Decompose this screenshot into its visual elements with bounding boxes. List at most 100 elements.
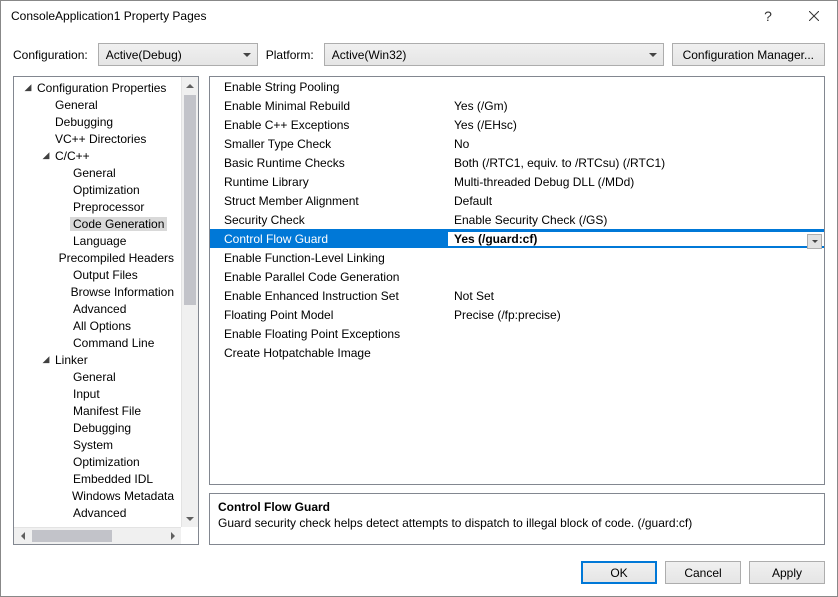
property-value[interactable]: Enable Security Check (/GS) [448, 213, 824, 227]
property-name: Enable Enhanced Instruction Set [210, 289, 448, 303]
tree-item[interactable]: Command Line [14, 334, 181, 351]
collapse-icon[interactable]: ◢ [40, 354, 52, 365]
property-row[interactable]: Smaller Type CheckNo [210, 134, 824, 153]
property-value[interactable]: Multi-threaded Debug DLL (/MDd) [448, 175, 824, 189]
tree-item[interactable]: System [14, 436, 181, 453]
tree-item[interactable]: General [14, 164, 181, 181]
property-value[interactable]: Precise (/fp:precise) [448, 308, 824, 322]
tree-item[interactable]: Windows Metadata [14, 487, 181, 504]
property-name: Runtime Library [210, 175, 448, 189]
property-name: Control Flow Guard [210, 232, 448, 246]
description-text: Guard security check helps detect attemp… [218, 516, 816, 530]
tree-item[interactable]: Code Generation [14, 215, 181, 232]
property-name: Smaller Type Check [210, 137, 448, 151]
scroll-thumb[interactable] [184, 95, 196, 305]
titlebar: ConsoleApplication1 Property Pages ? [1, 1, 837, 31]
property-value[interactable]: Yes (/EHsc) [448, 118, 824, 132]
property-row[interactable]: Enable Parallel Code Generation [210, 267, 824, 286]
tree-item[interactable]: Optimization [14, 453, 181, 470]
platform-combo[interactable]: Active(Win32) [324, 43, 664, 66]
tree-item[interactable]: Preprocessor [14, 198, 181, 215]
description-panel: Control Flow Guard Guard security check … [209, 493, 825, 545]
scroll-right-icon[interactable] [164, 528, 181, 544]
tree-item[interactable]: Browse Information [14, 283, 181, 300]
property-row[interactable]: Control Flow GuardYes (/guard:cf) [210, 229, 824, 248]
property-name: Basic Runtime Checks [210, 156, 448, 170]
close-icon [809, 11, 819, 21]
tree-item[interactable]: General [14, 368, 181, 385]
property-value[interactable]: Yes (/Gm) [448, 99, 824, 113]
chevron-down-icon [812, 240, 818, 243]
property-row[interactable]: Runtime LibraryMulti-threaded Debug DLL … [210, 172, 824, 191]
tree-item-label: Precompiled Headers [56, 251, 177, 265]
property-row[interactable]: Create Hotpatchable Image [210, 343, 824, 362]
property-row[interactable]: Enable String Pooling [210, 77, 824, 96]
property-value[interactable]: Yes (/guard:cf) [448, 232, 824, 246]
property-row[interactable]: Struct Member AlignmentDefault [210, 191, 824, 210]
tree-item[interactable]: Debugging [14, 419, 181, 436]
property-row[interactable]: Enable Floating Point Exceptions [210, 324, 824, 343]
config-row: Configuration: Active(Debug) Platform: A… [1, 31, 837, 76]
tree-item[interactable]: ◢Linker [14, 351, 181, 368]
property-row[interactable]: Enable C++ ExceptionsYes (/EHsc) [210, 115, 824, 134]
property-name: Enable Parallel Code Generation [210, 270, 448, 284]
tree-item[interactable]: All Options [14, 317, 181, 334]
apply-button[interactable]: Apply [749, 561, 825, 584]
property-row[interactable]: Enable Minimal RebuildYes (/Gm) [210, 96, 824, 115]
property-row[interactable]: Basic Runtime ChecksBoth (/RTC1, equiv. … [210, 153, 824, 172]
tree-item-label: Debugging [52, 115, 116, 129]
collapse-icon[interactable]: ◢ [22, 82, 34, 93]
help-button[interactable]: ? [745, 1, 791, 31]
tree-item[interactable]: ◢Configuration Properties [14, 79, 181, 96]
tree-item-label: Windows Metadata [69, 489, 177, 503]
configuration-manager-button[interactable]: Configuration Manager... [672, 43, 825, 66]
tree-item-label: Command Line [70, 336, 157, 350]
tree-item-label: Configuration Properties [34, 81, 169, 95]
property-grid[interactable]: Enable String PoolingEnable Minimal Rebu… [209, 76, 825, 485]
ok-button[interactable]: OK [581, 561, 657, 584]
scroll-thumb[interactable] [32, 530, 112, 542]
nav-tree-panel: ◢Configuration PropertiesGeneralDebuggin… [13, 76, 199, 545]
tree-item[interactable]: Input [14, 385, 181, 402]
tree-vertical-scrollbar[interactable] [181, 77, 198, 527]
close-button[interactable] [791, 1, 837, 31]
tree-item[interactable]: Manifest File [14, 402, 181, 419]
tree-item-label: Linker [52, 353, 91, 367]
tree-item[interactable]: Advanced [14, 504, 181, 521]
tree-item[interactable]: Embedded IDL [14, 470, 181, 487]
tree-item[interactable]: Precompiled Headers [14, 249, 181, 266]
scroll-left-icon[interactable] [14, 528, 31, 544]
scroll-down-icon[interactable] [182, 510, 198, 527]
tree-item-label: All Options [70, 319, 134, 333]
tree-item-label: Optimization [70, 183, 143, 197]
tree-item[interactable]: Debugging [14, 113, 181, 130]
property-name: Enable Floating Point Exceptions [210, 327, 448, 341]
property-row[interactable]: Security CheckEnable Security Check (/GS… [210, 210, 824, 229]
tree-item-label: Input [70, 387, 103, 401]
tree-item[interactable]: Optimization [14, 181, 181, 198]
tree-item[interactable]: General [14, 96, 181, 113]
tree-item-label: VC++ Directories [52, 132, 149, 146]
tree-item[interactable]: ◢C/C++ [14, 147, 181, 164]
configuration-combo[interactable]: Active(Debug) [98, 43, 258, 66]
cancel-button[interactable]: Cancel [665, 561, 741, 584]
property-row[interactable]: Floating Point ModelPrecise (/fp:precise… [210, 305, 824, 324]
collapse-icon[interactable]: ◢ [40, 150, 52, 161]
tree-item[interactable]: Output Files [14, 266, 181, 283]
tree-item-label: System [70, 438, 116, 452]
nav-tree[interactable]: ◢Configuration PropertiesGeneralDebuggin… [14, 77, 181, 527]
tree-horizontal-scrollbar[interactable] [14, 527, 181, 544]
property-value[interactable]: Not Set [448, 289, 824, 303]
property-value[interactable]: No [448, 137, 824, 151]
window-title: ConsoleApplication1 Property Pages [11, 9, 745, 23]
tree-item-label: General [70, 370, 119, 384]
property-row[interactable]: Enable Enhanced Instruction SetNot Set [210, 286, 824, 305]
tree-item[interactable]: Advanced [14, 300, 181, 317]
property-value[interactable]: Default [448, 194, 824, 208]
scroll-up-icon[interactable] [182, 77, 198, 94]
property-value[interactable]: Both (/RTC1, equiv. to /RTCsu) (/RTC1) [448, 156, 824, 170]
dropdown-button[interactable] [807, 234, 822, 249]
tree-item[interactable]: Language [14, 232, 181, 249]
property-row[interactable]: Enable Function-Level Linking [210, 248, 824, 267]
tree-item[interactable]: VC++ Directories [14, 130, 181, 147]
